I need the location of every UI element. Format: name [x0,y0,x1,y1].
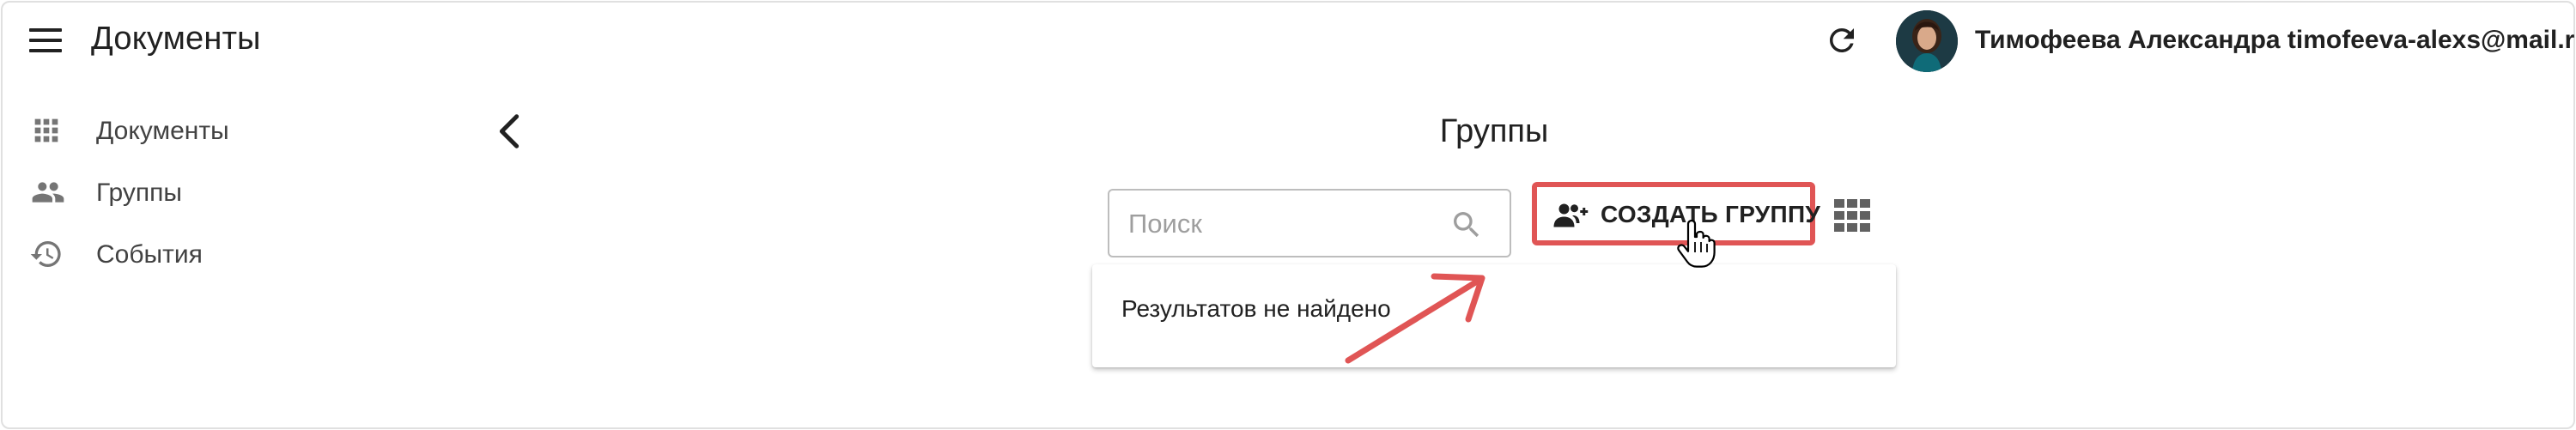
sidebar-item-label: События [96,240,203,269]
back-chevron-icon[interactable] [493,112,527,151]
search-icon[interactable] [1449,208,1484,242]
search-field[interactable] [1108,189,1511,257]
create-group-button[interactable]: СОЗДАТЬ ГРУППУ [1532,182,1820,245]
hand-pointer-cursor-icon [1676,219,1716,268]
search-input[interactable] [1128,206,1437,242]
user-info[interactable]: Тимофеева Александра timofeeva-alexs@mai… [1975,26,2576,55]
sidebar-item-label: Группы [96,179,182,207]
app-title: Документы [91,21,261,57]
user-email: timofeeva-alexs@mail.ru [2287,26,2576,54]
avatar[interactable] [1896,10,1958,72]
add-group-icon [1552,203,1589,228]
grid-view-icon[interactable] [1834,199,1870,232]
apps-grid-icon [29,113,64,148]
top-bar: Документы Тимофеева Александра timofeeva… [0,0,2576,86]
sidebar-item-documents[interactable]: Документы [0,103,395,154]
annotation-arrow-icon [1345,273,1485,364]
sidebar-item-groups[interactable]: Группы [0,165,395,216]
people-icon [29,175,64,209]
sidebar-item-events[interactable]: События [0,227,395,278]
refresh-icon[interactable] [1824,22,1860,58]
history-icon [29,237,64,271]
user-name: Тимофеева Александра [1975,26,2281,54]
hamburger-menu-icon[interactable] [29,26,64,55]
page-title: Группы [1439,113,1549,149]
sidebar-item-label: Документы [96,117,229,145]
